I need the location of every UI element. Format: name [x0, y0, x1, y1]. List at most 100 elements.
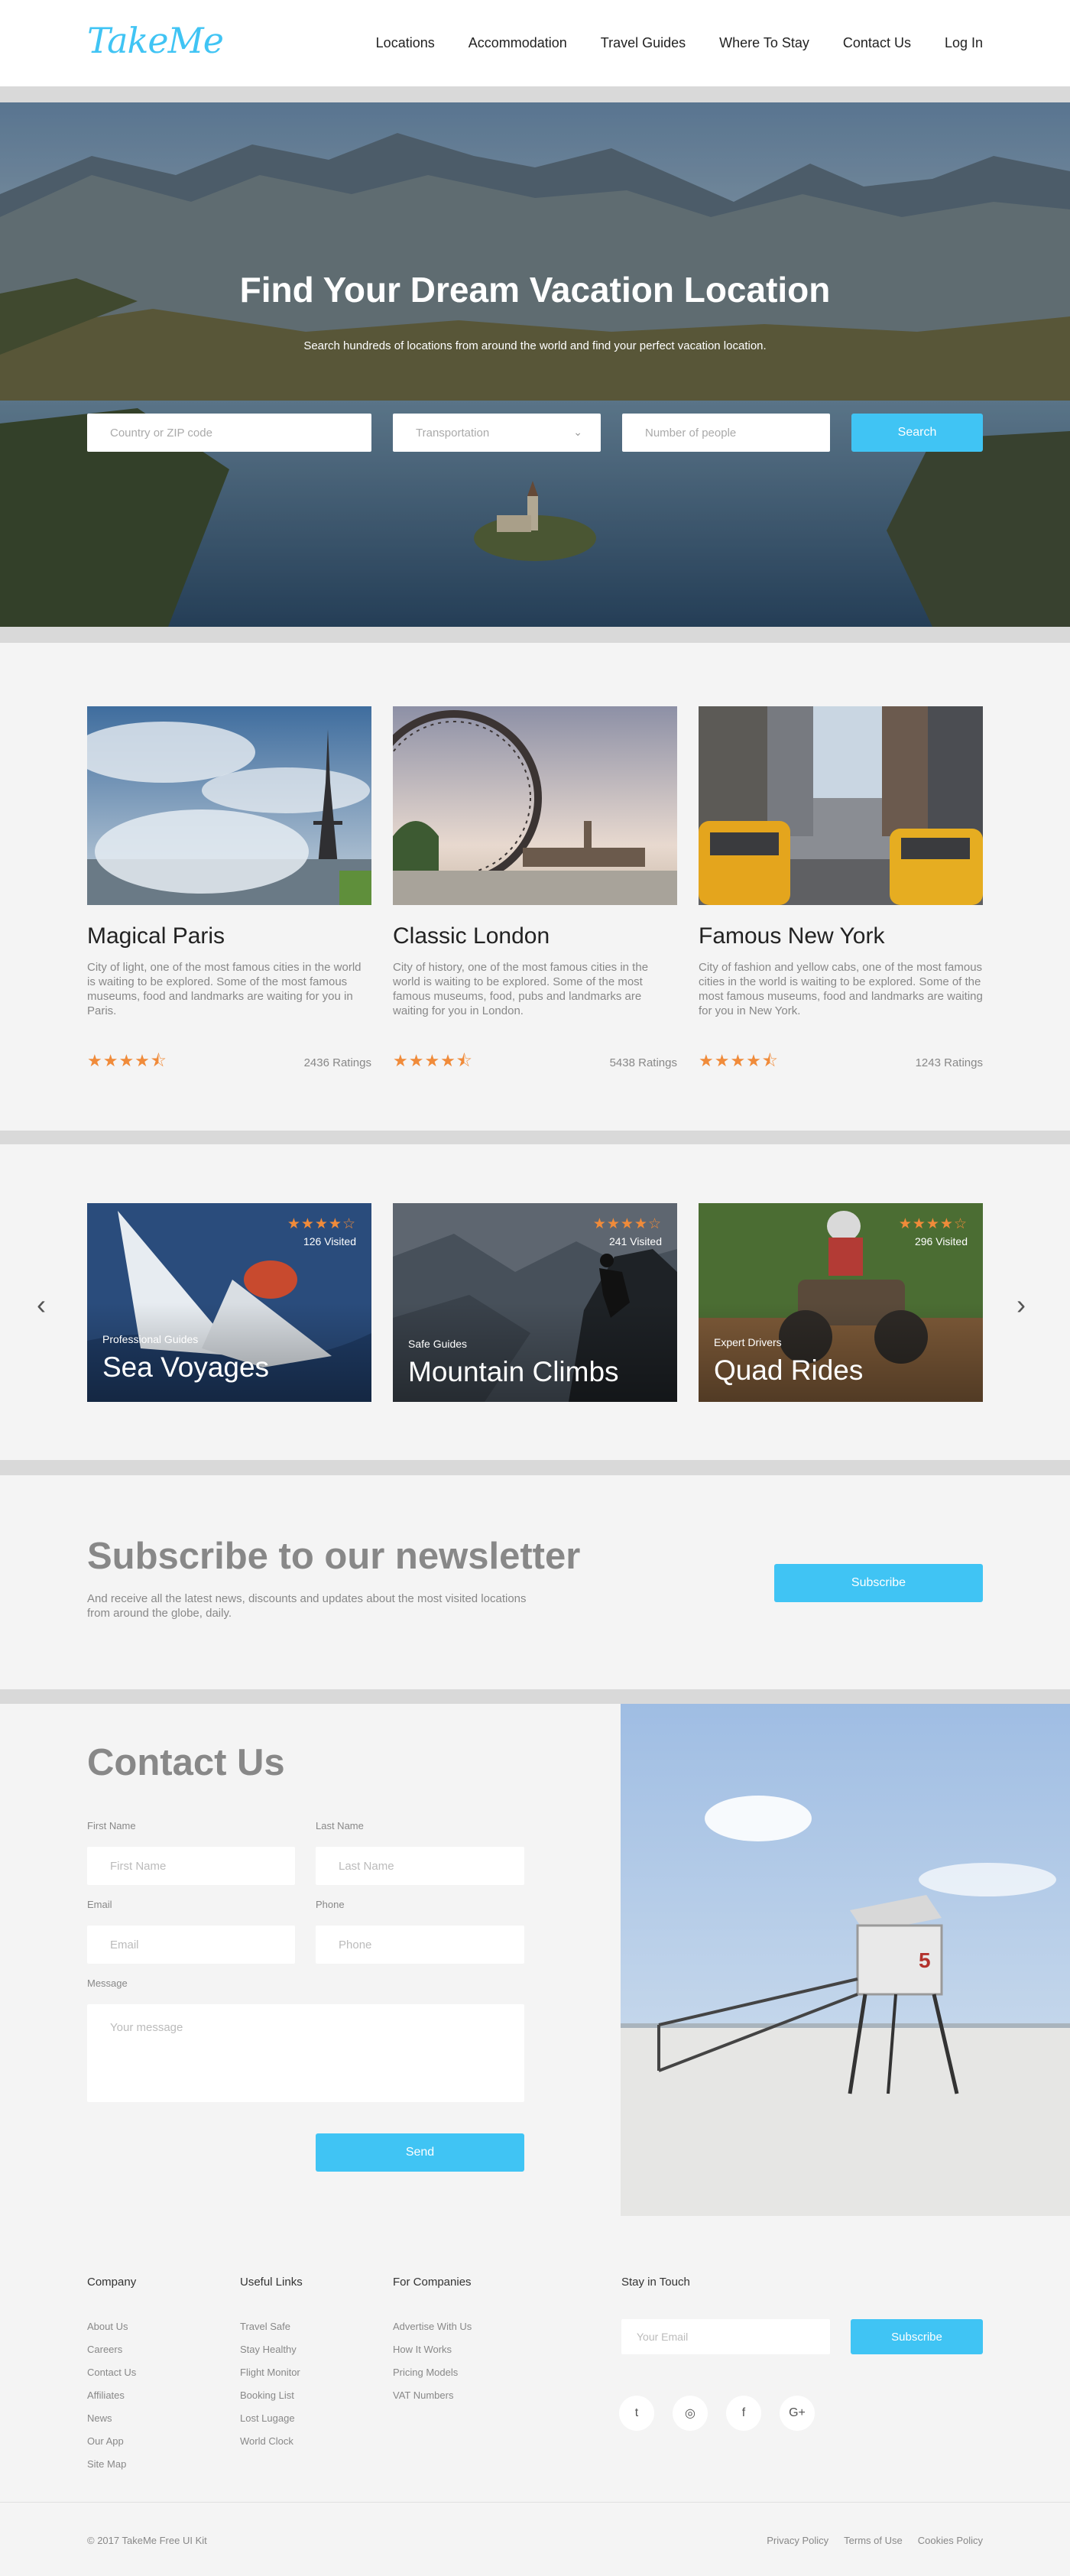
activity-tag: Safe Guides [408, 1338, 468, 1350]
destination-card[interactable]: Classic London City of history, one of t… [393, 706, 677, 1070]
people-input[interactable]: Number of people [622, 414, 830, 452]
activity-stars: ★★★★☆ [287, 1216, 356, 1232]
footer-link[interactable]: Affiliates [87, 2389, 136, 2412]
message-textarea[interactable]: Your message [87, 2004, 524, 2102]
last-name-input[interactable]: Last Name [316, 1847, 524, 1885]
footer-companies-heading: For Companies [393, 2276, 472, 2289]
activity-tag: Expert Drivers [714, 1336, 782, 1348]
footer-link[interactable]: Booking List [240, 2389, 300, 2412]
newsletter-text: And receive all the latest news, discoun… [87, 1592, 527, 1620]
footer-link[interactable]: Site Map [87, 2458, 136, 2481]
first-name-input[interactable]: First Name [87, 1847, 295, 1885]
rating-stars: ★★★★⯪ [699, 1051, 779, 1070]
nav-travel-guides[interactable]: Travel Guides [601, 35, 686, 51]
phone-input[interactable]: Phone [316, 1926, 524, 1964]
nav-locations[interactable]: Locations [376, 35, 435, 51]
footer-link[interactable]: Lost Lugage [240, 2412, 300, 2435]
destination-title[interactable]: Classic London [393, 923, 677, 949]
section-divider [0, 86, 1070, 102]
destination-title[interactable]: Famous New York [699, 923, 983, 949]
transportation-select[interactable]: Transportation ⌄ [393, 414, 601, 452]
search-button[interactable]: Search [851, 414, 983, 452]
footer-subscribe-button[interactable]: Subscribe [851, 2319, 983, 2354]
terms-of-use-link[interactable]: Terms of Use [844, 2535, 903, 2546]
destination-card[interactable]: Famous New York City of fashion and yell… [699, 706, 983, 1070]
footer-link[interactable]: Contact Us [87, 2367, 136, 2389]
ratings-count: 2436 Ratings [303, 1056, 371, 1069]
nav-log-in[interactable]: Log In [945, 35, 983, 51]
location-input[interactable]: Country or ZIP code [87, 414, 371, 452]
activity-card[interactable]: ★★★★☆ 241 Visited Safe Guides Mountain C… [393, 1203, 677, 1402]
footer-link[interactable]: Travel Safe [240, 2321, 300, 2344]
newsletter-title: Subscribe to our newsletter [87, 1536, 581, 1577]
copyright: © 2017 TakeMe Free UI Kit [87, 2535, 207, 2546]
section-divider [0, 1689, 1070, 1704]
message-label: Message [87, 1977, 128, 1989]
send-button[interactable]: Send [316, 2133, 524, 2172]
destination-description: City of fashion and yellow cabs, one of … [699, 961, 983, 1017]
google-plus-icon[interactable]: G+ [780, 2396, 815, 2431]
footer-touch-heading: Stay in Touch [621, 2276, 690, 2289]
nav-where-to-stay[interactable]: Where To Stay [719, 35, 809, 51]
footer-link[interactable]: About Us [87, 2321, 136, 2344]
rating-row: ★★★★⯪ 1243 Ratings [699, 1048, 983, 1077]
section-divider [0, 1460, 1070, 1475]
rating-row: ★★★★⯪ 2436 Ratings [87, 1048, 371, 1077]
activity-stars: ★★★★☆ [898, 1216, 968, 1232]
hero-subtitle: Search hundreds of locations from around… [303, 339, 767, 352]
hero-background-image [0, 102, 1070, 627]
carousel-next-button[interactable]: › [1016, 1289, 1026, 1321]
twitter-icon[interactable]: t [619, 2396, 654, 2431]
footer-link[interactable]: Stay Healthy [240, 2344, 300, 2367]
legal-links: Privacy Policy Terms of Use Cookies Poli… [767, 2535, 983, 2546]
section-divider [0, 627, 1070, 643]
rating-stars: ★★★★⯪ [87, 1051, 167, 1070]
footer-link[interactable]: World Clock [240, 2435, 300, 2458]
footer-link[interactable]: Flight Monitor [240, 2367, 300, 2389]
contact-title: Contact Us [87, 1742, 285, 1783]
ratings-count: 5438 Ratings [609, 1056, 677, 1069]
visited-count: 296 Visited [914, 1235, 968, 1247]
activity-title: Mountain Climbs [408, 1356, 619, 1387]
facebook-icon[interactable]: f [726, 2396, 761, 2431]
destination-description: City of light, one of the most famous ci… [87, 961, 362, 1017]
activity-title: Sea Voyages [102, 1351, 270, 1383]
hero-section: Find Your Dream Vacation Location Search… [0, 102, 1070, 627]
privacy-policy-link[interactable]: Privacy Policy [767, 2535, 828, 2546]
nav-contact-us[interactable]: Contact Us [843, 35, 911, 51]
footer-email-input[interactable]: Your Email [621, 2319, 830, 2354]
cookies-policy-link[interactable]: Cookies Policy [918, 2535, 983, 2546]
rating-stars: ★★★★⯪ [393, 1051, 473, 1070]
footer-link[interactable]: Advertise With Us [393, 2321, 472, 2344]
instagram-icon[interactable]: ◎ [673, 2396, 708, 2431]
email-input[interactable]: Email [87, 1926, 295, 1964]
email-label: Email [87, 1899, 112, 1910]
activity-tag: Professional Guides [102, 1333, 199, 1345]
footer-link[interactable]: Our App [87, 2435, 136, 2458]
footer-link[interactable]: Careers [87, 2344, 136, 2367]
newsletter-subscribe-button[interactable]: Subscribe [774, 1564, 983, 1602]
activity-card[interactable]: ★★★★☆ 296 Visited Expert Drivers Quad Ri… [699, 1203, 983, 1402]
activity-title: Quad Rides [714, 1355, 864, 1386]
footer-link[interactable]: How It Works [393, 2344, 472, 2367]
destination-card[interactable]: Magical Paris City of light, one of the … [87, 706, 371, 1070]
carousel-prev-button[interactable]: ‹ [37, 1289, 46, 1321]
activity-stars: ★★★★☆ [592, 1216, 662, 1232]
section-divider [0, 1131, 1070, 1144]
london-photo [393, 706, 677, 905]
destination-title[interactable]: Magical Paris [87, 923, 371, 949]
footer-links-list: Travel Safe Stay Healthy Flight Monitor … [240, 2321, 300, 2458]
first-name-label: First Name [87, 1820, 136, 1831]
footer-link[interactable]: VAT Numbers [393, 2389, 472, 2412]
footer-link[interactable]: News [87, 2412, 136, 2435]
phone-label: Phone [316, 1899, 345, 1910]
footer-companies-list: Advertise With Us How It Works Pricing M… [393, 2321, 472, 2412]
nav-accommodation[interactable]: Accommodation [469, 35, 567, 51]
activity-card[interactable]: ★★★★☆ 126 Visited Professional Guides Se… [87, 1203, 371, 1402]
footer-divider [0, 2502, 1070, 2503]
rating-row: ★★★★⯪ 5438 Ratings [393, 1048, 677, 1077]
main-nav: Locations Accommodation Travel Guides Wh… [376, 0, 983, 86]
new-york-photo [699, 706, 983, 905]
footer-link[interactable]: Pricing Models [393, 2367, 472, 2389]
logo[interactable]: TakeMe [87, 20, 224, 61]
